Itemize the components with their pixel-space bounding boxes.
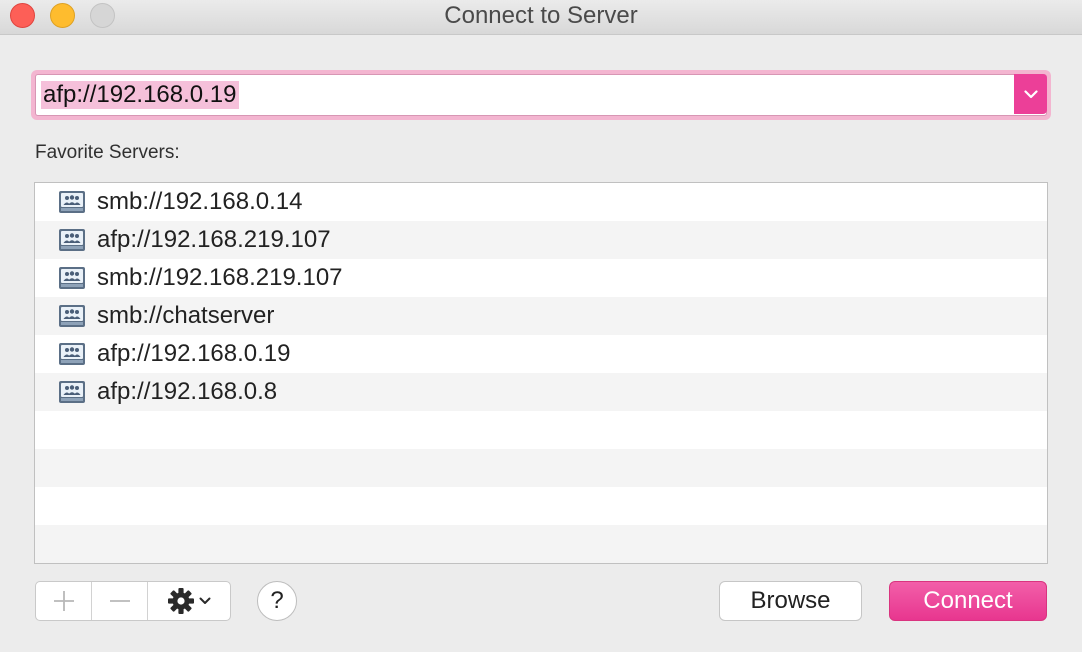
server-list-item[interactable]: smb://192.168.0.14 [35, 183, 1047, 221]
network-server-icon [59, 191, 85, 213]
server-list-item[interactable]: afp://192.168.0.8 [35, 373, 1047, 411]
chevron-down-icon [199, 597, 211, 604]
server-address-combo: afp://192.168.0.19 [31, 70, 1051, 120]
window-title: Connect to Server [444, 2, 638, 29]
server-address: afp://192.168.0.8 [97, 378, 278, 405]
server-address: smb://chatserver [97, 302, 275, 329]
empty-list-row [35, 525, 1047, 563]
list-edit-segmented-control [35, 581, 231, 621]
network-server-icon [59, 267, 85, 289]
network-server-icon [59, 343, 85, 365]
server-list-item[interactable]: afp://192.168.0.19 [35, 335, 1047, 373]
connect-button[interactable]: Connect [889, 581, 1047, 621]
server-address-text[interactable]: afp://192.168.0.19 [41, 81, 239, 109]
browse-button[interactable]: Browse [719, 581, 862, 621]
server-address: smb://192.168.0.14 [97, 188, 303, 215]
add-favorite-button[interactable] [36, 582, 92, 620]
server-list-item[interactable]: smb://chatserver [35, 297, 1047, 335]
favorite-servers-list[interactable]: smb://192.168.0.14 afp://192.168.219.107… [34, 182, 1048, 564]
server-address: afp://192.168.219.107 [97, 226, 331, 253]
chevron-down-icon [1023, 89, 1038, 98]
empty-list-row [35, 411, 1047, 449]
remove-favorite-button[interactable] [92, 582, 148, 620]
empty-list-row [35, 487, 1047, 525]
server-address-field[interactable]: afp://192.168.0.19 [35, 74, 1047, 116]
favorite-servers-label: Favorite Servers: [35, 142, 180, 163]
network-server-icon [59, 381, 85, 403]
help-button[interactable]: ? [257, 581, 297, 621]
server-list-item[interactable]: smb://192.168.219.107 [35, 259, 1047, 297]
network-server-icon [59, 229, 85, 251]
plus-icon [53, 591, 74, 611]
network-server-icon [59, 305, 85, 327]
recent-servers-dropdown-button[interactable] [1014, 74, 1047, 114]
server-address: afp://192.168.0.19 [97, 340, 291, 367]
gear-icon [168, 588, 194, 614]
action-menu-button[interactable] [148, 582, 230, 620]
server-list-item[interactable]: afp://192.168.219.107 [35, 221, 1047, 259]
empty-list-row [35, 449, 1047, 487]
title-bar: Connect to Server [0, 0, 1082, 35]
minus-icon [109, 600, 130, 602]
server-address: smb://192.168.219.107 [97, 264, 343, 291]
